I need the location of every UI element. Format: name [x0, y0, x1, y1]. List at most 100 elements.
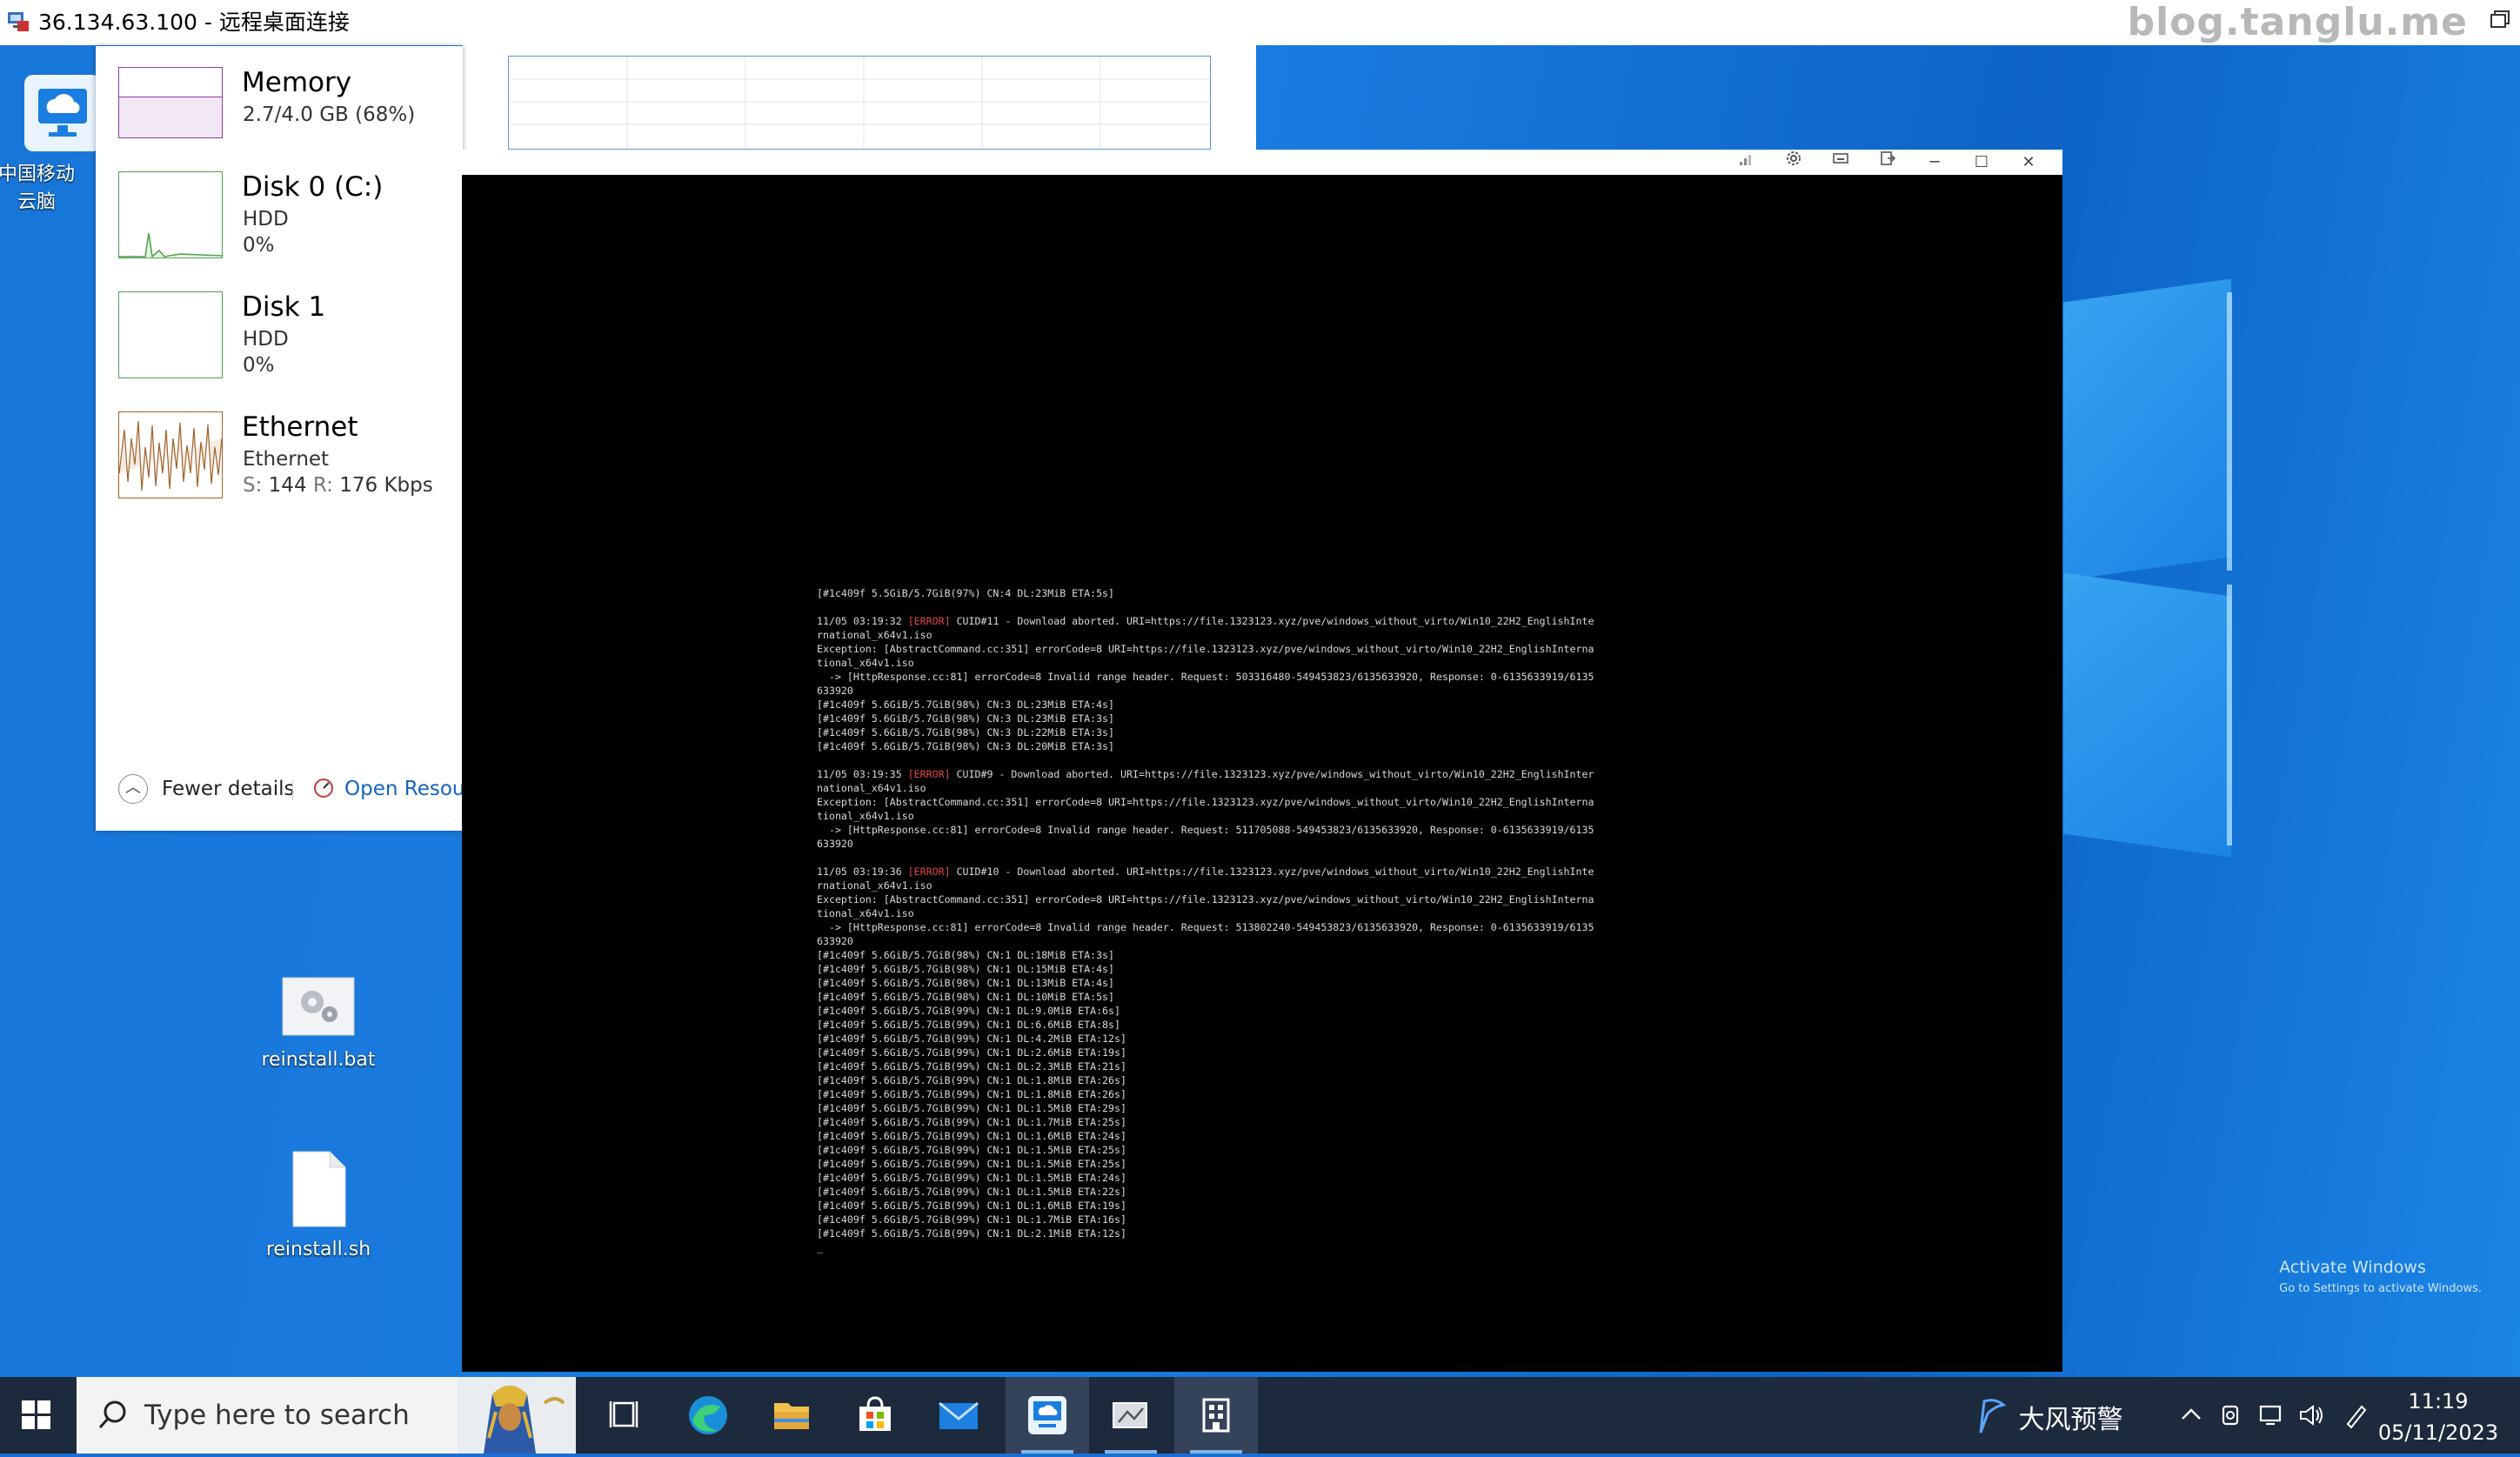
remote-desktop-icon [8, 12, 29, 31]
watermark-brand: blog.tanglu.me [2127, 0, 2468, 44]
settings-gear-icon[interactable] [1770, 150, 1817, 175]
activate-subtitle: Go to Settings to activate Windows. [2279, 1282, 2482, 1295]
windows-logo-icon [22, 1400, 50, 1429]
console-line: [#1c409f 5.6GiB/5.7GiB(99%) CN:1 DL:1.5M… [817, 1158, 1126, 1170]
file-explorer-button[interactable] [750, 1377, 833, 1454]
task-manager-window: Memory 2.7/4.0 GB (68%) Disk 0 (C:) HDD … [96, 46, 578, 831]
console-line: [#1c409f 5.6GiB/5.7GiB(99%) CN:1 DL:1.8M… [817, 1088, 1126, 1100]
console-line: -> [HttpResponse.cc:81] errorCode=8 Inva… [817, 824, 1594, 836]
perf-item-value: 0% [243, 354, 275, 377]
send-value: 144 [268, 474, 307, 497]
console-line: [#1c409f 5.6GiB/5.7GiB(99%) CN:1 DL:2.1M… [817, 1227, 1126, 1240]
error-tag: [ERROR] [907, 768, 951, 780]
ethernet-throughput: S: 144 R: 176 Kbps [243, 474, 433, 497]
clock[interactable]: 11:19 05/11/2023 [2377, 1386, 2499, 1448]
memory-graph [118, 67, 223, 138]
activate-title: Activate Windows [2279, 1258, 2426, 1277]
share-icon[interactable] [1864, 150, 1911, 175]
clock-time: 11:19 [2408, 1389, 2469, 1414]
clock-date: 05/11/2023 [2377, 1420, 2499, 1445]
perf-item-disk1[interactable]: Disk 1 HDD 0% [118, 291, 449, 382]
file-explorer-icon [774, 1403, 809, 1429]
console-line: [#1c409f 5.6GiB/5.7GiB(98%) CN:1 DL:13Mi… [817, 977, 1115, 989]
disk0-graph-line [119, 232, 223, 258]
send-label: S: [243, 474, 263, 497]
edge-icon [689, 1396, 727, 1434]
error-tag: [ERROR] [907, 615, 951, 627]
activate-windows-watermark: Activate Windows Go to Settings to activ… [2279, 1258, 2482, 1295]
restore-icon[interactable] [2489, 9, 2511, 31]
console-line: rnational_x64v1.iso [817, 629, 932, 641]
console-line: [#1c409f 5.6GiB/5.7GiB(99%) CN:1 DL:2.3M… [817, 1060, 1126, 1073]
console-line: [#1c409f 5.6GiB/5.7GiB(98%) CN:1 DL:10Mi… [817, 991, 1115, 1003]
console-line: Exception: [AbstractCommand.cc:351] erro… [817, 643, 1594, 655]
edge-button[interactable] [666, 1377, 750, 1454]
console-line: 11/05 03:19:36 [ERROR] CUID#10 - Downloa… [817, 866, 1594, 878]
console-line: [#1c409f 5.6GiB/5.7GiB(98%) CN:3 DL:20Mi… [817, 740, 1115, 752]
perf-item-value: 0% [243, 234, 275, 257]
task-view-icon [609, 1401, 638, 1427]
chevron-up-icon[interactable]: ︿ [118, 774, 148, 804]
keyboard-icon[interactable] [1817, 150, 1864, 175]
building-app-button[interactable] [1174, 1377, 1258, 1454]
console-line: 633920 [817, 935, 853, 947]
wind-warning-icon [1979, 1398, 2007, 1434]
receive-value: 176 Kbps [339, 474, 433, 497]
desktop-icon-label: 中国移动云脑 [0, 164, 75, 213]
weather-widget[interactable]: 大风预警 [1972, 1398, 2123, 1436]
pen-icon[interactable] [2341, 1400, 2372, 1431]
perf-item-title: Ethernet [242, 411, 358, 443]
building-app-icon [1202, 1398, 1230, 1433]
console-line: [#1c409f 5.6GiB/5.7GiB(99%) CN:1 DL:1.8M… [817, 1074, 1126, 1086]
perf-item-memory[interactable]: Memory 2.7/4.0 GB (68%) [118, 67, 449, 140]
desktop-icon-reinstall-bat[interactable]: reinstall.bat [244, 976, 392, 1071]
taskbar: Type here to search 大风预警 11:19 05/11/202… [0, 1377, 2520, 1454]
fewer-details-link[interactable]: Fewer details [162, 778, 294, 800]
network-icon[interactable] [2256, 1400, 2287, 1431]
minimize-icon[interactable]: ─ [1911, 150, 1958, 175]
disk0-graph [118, 171, 223, 258]
signal-icon[interactable] [1723, 150, 1770, 175]
store-icon [859, 1396, 891, 1431]
search-box[interactable]: Type here to search [77, 1377, 576, 1454]
console-line: 633920 [817, 685, 853, 697]
location-icon[interactable] [2216, 1400, 2247, 1431]
console-line: 633920 [817, 838, 853, 850]
chevron-up-icon[interactable] [2176, 1400, 2207, 1431]
console-log-text: [#1c409f 5.5GiB/5.7GiB(97%) CN:4 DL:23Mi… [817, 586, 1687, 1254]
task-view-button[interactable] [585, 1377, 668, 1454]
blank-file-icon [292, 1151, 346, 1227]
console-line: [#1c409f 5.6GiB/5.7GiB(99%) CN:1 DL:1.5M… [817, 1144, 1126, 1156]
desktop-icon-reinstall-sh[interactable]: reinstall.sh [244, 1150, 392, 1260]
console-line: tional_x64v1.iso [817, 657, 914, 669]
gear-file-icon [282, 977, 355, 1036]
maximize-icon[interactable]: ☐ [1958, 150, 2005, 175]
console-line: rnational_x64v1.iso [817, 879, 932, 892]
console-line: [#1c409f 5.6GiB/5.7GiB(99%) CN:1 DL:1.6M… [817, 1130, 1126, 1142]
mail-icon [939, 1401, 979, 1429]
console-window: ─ ☐ ✕ [#1c409f 5.5GiB/5.7GiB(97%) CN:4 D… [462, 150, 2062, 1372]
disk1-graph [118, 291, 223, 378]
store-button[interactable] [833, 1377, 917, 1454]
network-app-button[interactable] [1089, 1377, 1173, 1454]
remote-app-button[interactable] [1006, 1377, 1089, 1454]
mail-button[interactable] [917, 1377, 1000, 1454]
weather-text: 大风预警 [2018, 1405, 2123, 1435]
wallpaper-edge [2227, 292, 2232, 571]
console-line: national_x64v1.iso [817, 782, 926, 794]
console-titlebar: ─ ☐ ✕ [462, 150, 2062, 175]
perf-item-subtitle: HDD [243, 328, 289, 351]
close-icon[interactable]: ✕ [2005, 150, 2052, 175]
volume-icon[interactable] [2296, 1400, 2327, 1431]
console-line: [#1c409f 5.6GiB/5.7GiB(98%) CN:1 DL:18Mi… [817, 949, 1115, 961]
console-line: tional_x64v1.iso [817, 810, 914, 822]
start-button[interactable] [0, 1377, 73, 1454]
rdp-titlebar: 36.134.63.100 - 远程桌面连接 blog.tanglu.me [0, 0, 2520, 45]
console-output[interactable]: [#1c409f 5.5GiB/5.7GiB(97%) CN:4 DL:23Mi… [462, 175, 2062, 1372]
perf-item-ethernet[interactable]: Ethernet Ethernet S: 144 R: 176 Kbps [118, 411, 449, 502]
console-line: [#1c409f 5.6GiB/5.7GiB(98%) CN:1 DL:15Mi… [817, 963, 1115, 975]
console-line: [#1c409f 5.6GiB/5.7GiB(99%) CN:1 DL:1.5M… [817, 1186, 1126, 1198]
perf-item-disk0[interactable]: Disk 0 (C:) HDD 0% [118, 171, 449, 262]
footer-divider [292, 779, 293, 800]
